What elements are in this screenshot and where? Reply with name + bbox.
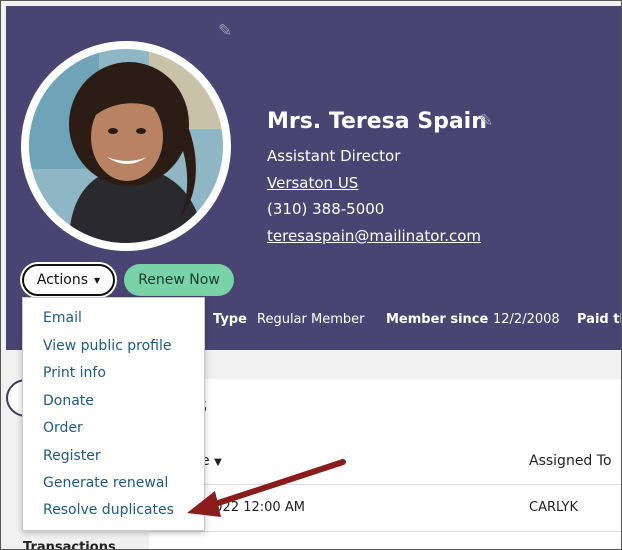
menu-item-donate[interactable]: Donate: [43, 393, 94, 409]
member-phone: (310) 388-5000: [267, 200, 385, 218]
sort-down-icon: ▼: [214, 457, 222, 468]
table-header-divider: [149, 484, 621, 485]
caret-down-icon: ▼: [93, 275, 101, 285]
menu-item-order[interactable]: Order: [43, 420, 83, 436]
member-title: Assistant Director: [267, 147, 401, 165]
assigned-to-column-header[interactable]: Assigned To: [529, 453, 612, 469]
member-since-value: 12/2/2008: [493, 312, 560, 327]
actions-dropdown-menu: Email View public profile Print info Don…: [22, 297, 205, 531]
paid-through-label: Paid th: [577, 312, 621, 327]
member-name: Mrs. Teresa Spain: [267, 109, 487, 134]
edit-photo-pencil-icon[interactable]: ✎: [218, 23, 232, 40]
actions-button[interactable]: Actions ▼: [22, 264, 115, 296]
renew-now-button[interactable]: Renew Now: [124, 264, 234, 296]
type-label: Type: [213, 312, 247, 327]
edit-name-pencil-icon[interactable]: ✎: [479, 113, 493, 130]
menu-item-register[interactable]: Register: [43, 448, 101, 464]
profile-photo: [29, 49, 223, 243]
menu-item-resolve-duplicates[interactable]: Resolve duplicates: [43, 502, 174, 518]
menu-item-print-info[interactable]: Print info: [43, 365, 106, 381]
menu-item-view-public-profile[interactable]: View public profile: [43, 338, 171, 354]
member-email-link[interactable]: teresaspain@mailinator.com: [267, 227, 481, 245]
actions-button-label: Actions: [36, 272, 88, 288]
sidebar-item-transactions[interactable]: Transactions: [23, 540, 116, 549]
screenshot-frame: ✎ Mrs. Teresa Spain ✎ Assistant Director…: [0, 0, 622, 550]
avatar[interactable]: [21, 41, 231, 251]
profile-photo-image: [29, 49, 223, 243]
member-company-link[interactable]: Versaton US: [267, 174, 358, 192]
type-value: Regular Member: [257, 312, 365, 327]
menu-item-email[interactable]: Email: [43, 310, 82, 326]
task-row-assigned: CARLYK: [529, 500, 578, 515]
table-row-divider: [149, 531, 621, 532]
menu-item-generate-renewal[interactable]: Generate renewal: [43, 475, 168, 491]
task-row-date: 2022 12:00 AM: [206, 500, 305, 515]
member-since-label: Member since: [386, 312, 489, 327]
